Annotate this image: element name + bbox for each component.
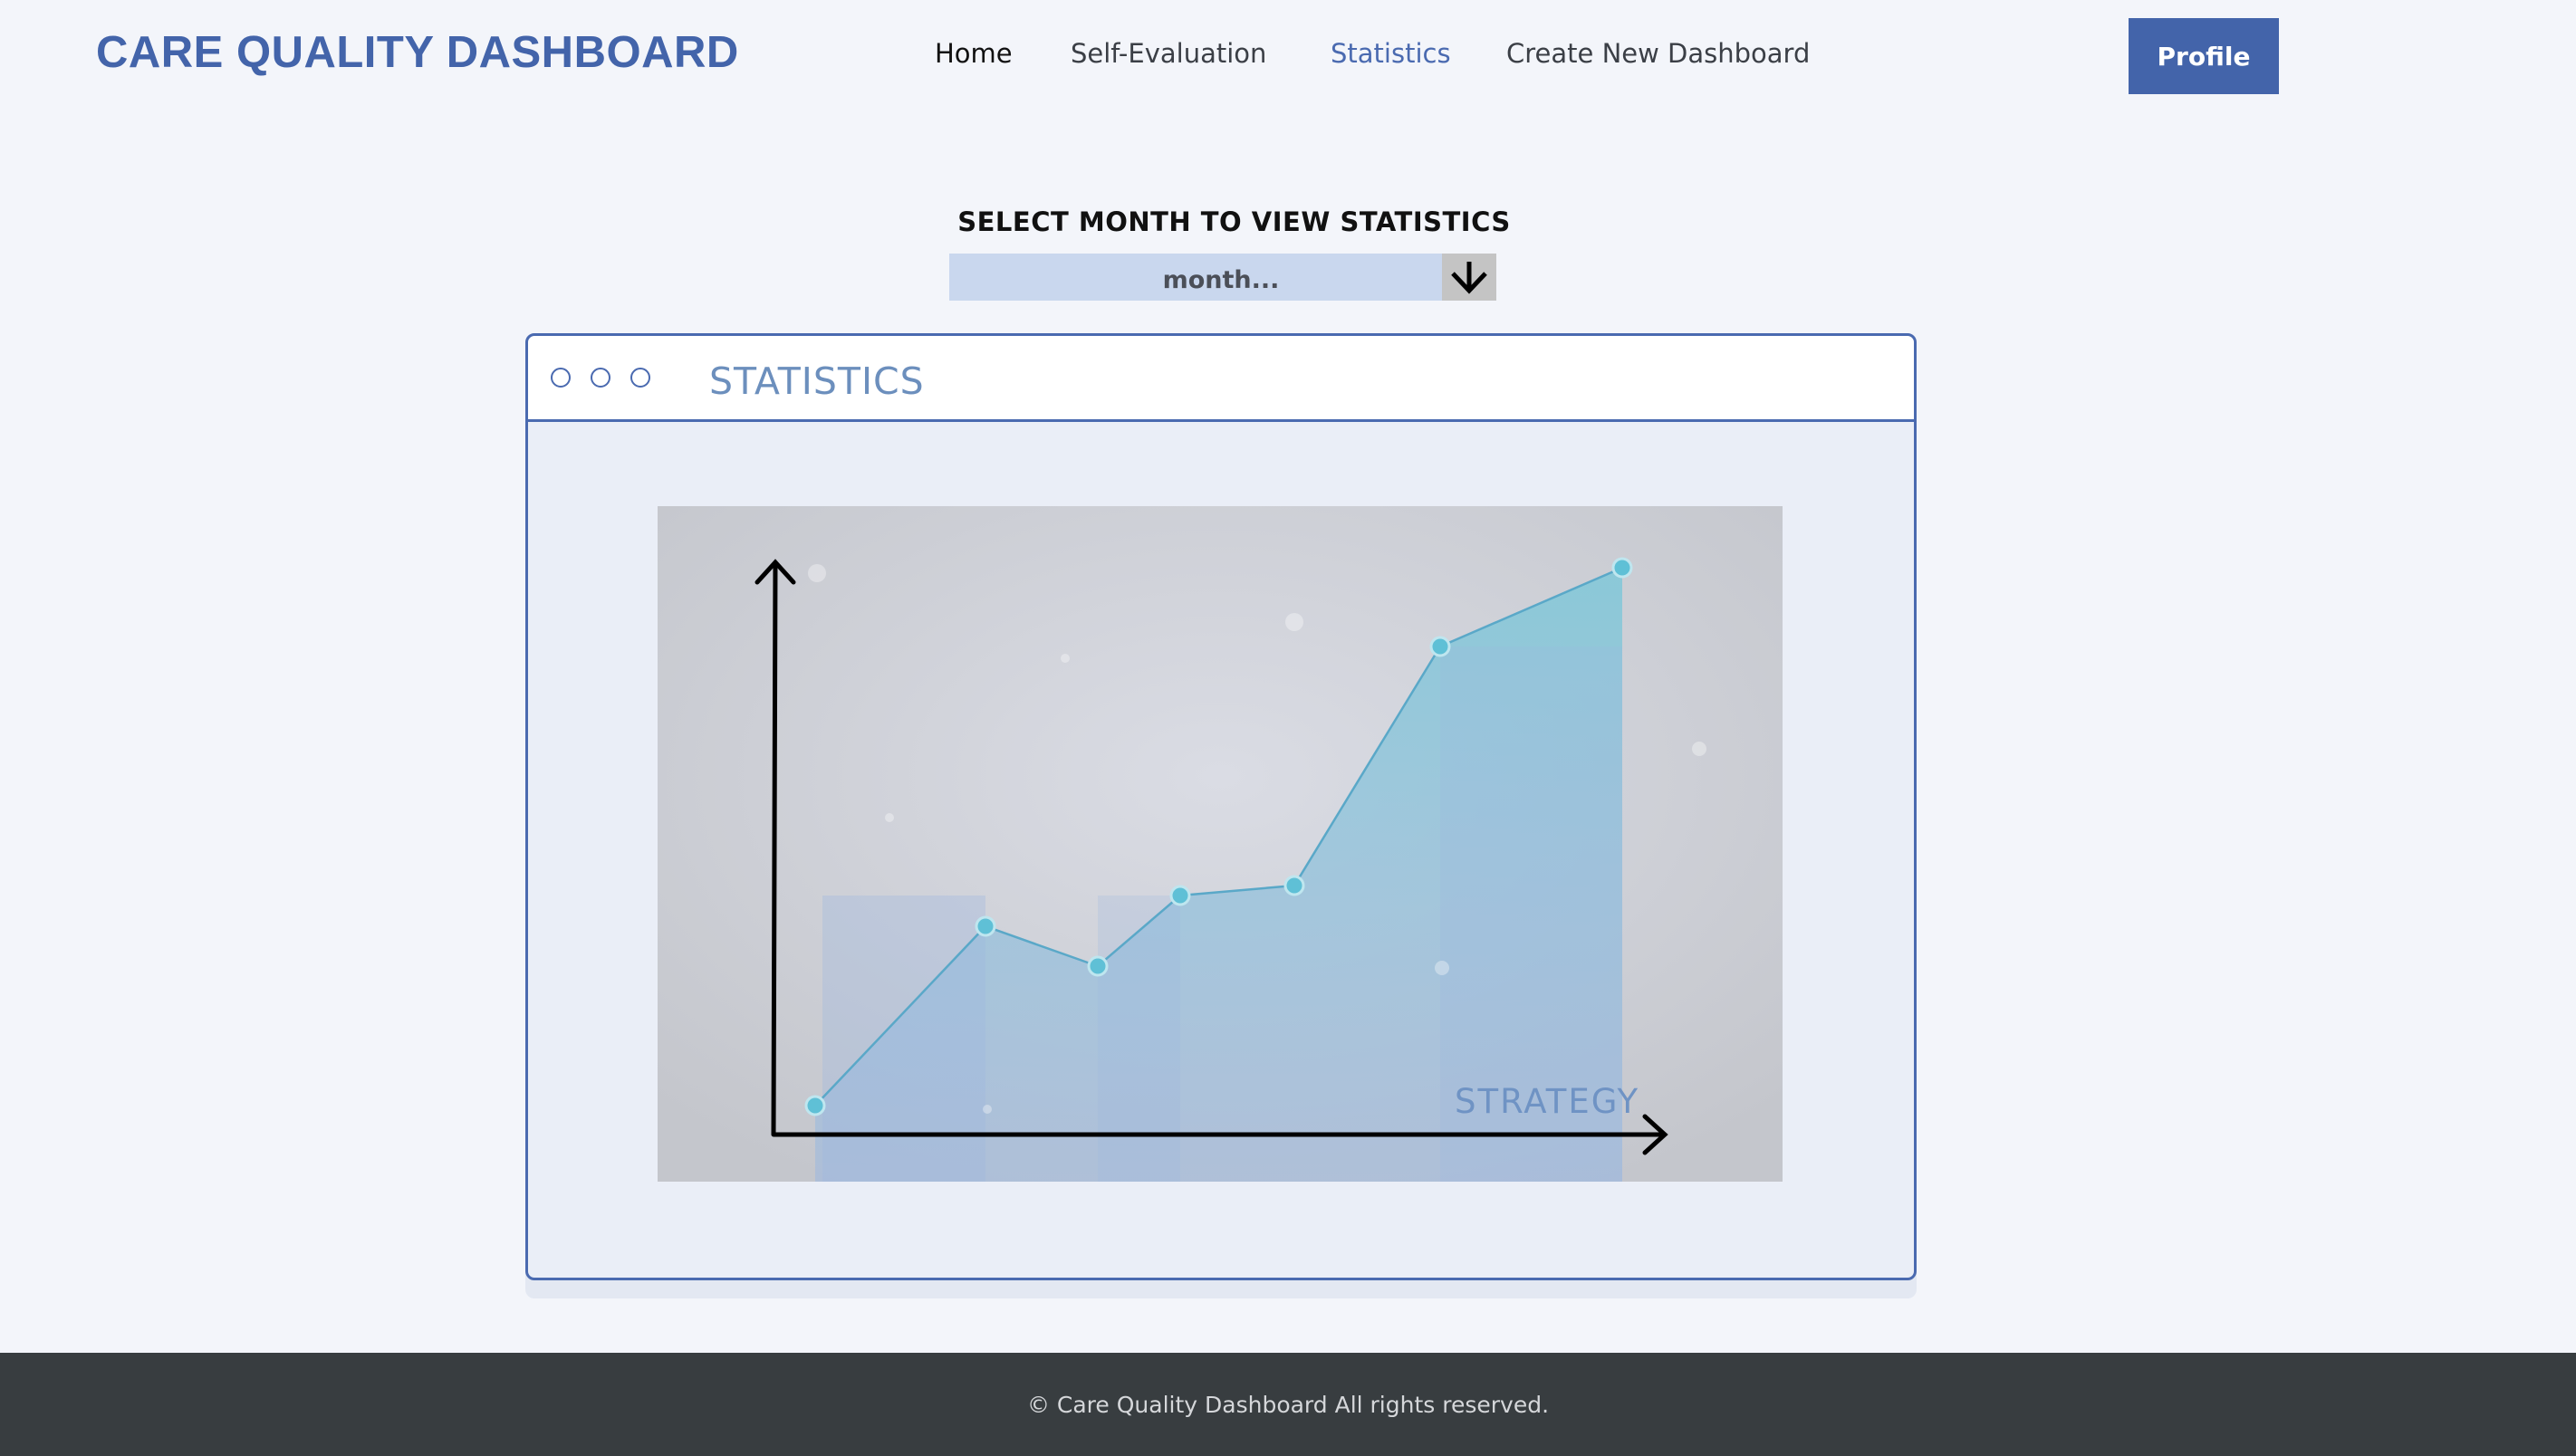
statistics-window-header: STATISTICS (528, 336, 1914, 422)
footer-text: © Care Quality Dashboard All rights rese… (0, 1353, 2576, 1456)
nav-create-new-dashboard[interactable]: Create New Dashboard (1506, 38, 1810, 74)
window-dot-icon (630, 368, 650, 388)
month-select-label: SELECT MONTH TO VIEW STATISTICS (957, 206, 1511, 237)
strategy-caption: STRATEGY (1455, 1082, 1639, 1121)
profile-button[interactable]: Profile (2129, 18, 2279, 94)
month-select-value[interactable]: month... (949, 254, 1493, 301)
statistics-illustration: STRATEGY (658, 506, 1783, 1182)
nav-home[interactable]: Home (935, 38, 1013, 74)
window-dot-icon (551, 368, 571, 388)
nav-statistics[interactable]: Statistics (1331, 38, 1451, 74)
window-dot-icon (591, 368, 610, 388)
statistics-window: STATISTICS STRATEGY (525, 333, 1917, 1280)
nav-self-evaluation[interactable]: Self-Evaluation (1071, 38, 1266, 74)
brand-title[interactable]: CARE QUALITY DASHBOARD (96, 27, 739, 78)
arrow-down-icon (1451, 262, 1487, 294)
month-select[interactable]: month... (949, 254, 1496, 301)
statistics-title: STATISTICS (709, 359, 925, 403)
month-select-toggle[interactable] (1442, 254, 1496, 301)
